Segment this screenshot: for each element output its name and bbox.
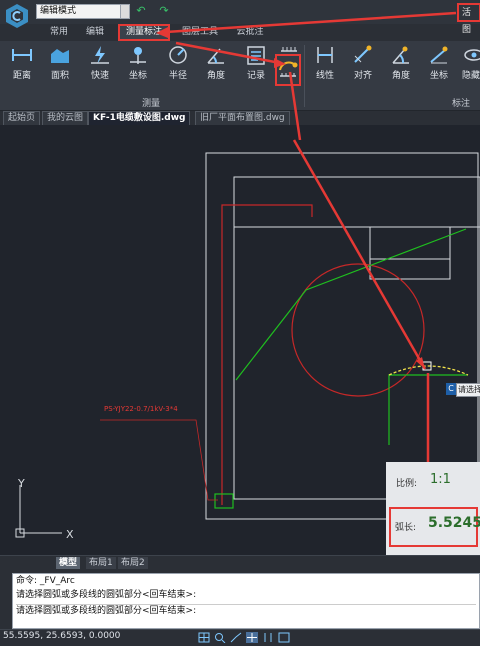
radius-icon xyxy=(169,46,187,64)
activate-button[interactable]: 活图 xyxy=(457,3,480,35)
tab-measure-dimension[interactable]: 测量标注 xyxy=(118,24,170,41)
coordinate-button[interactable]: 坐标 xyxy=(122,44,154,88)
ribbon-separator xyxy=(304,45,305,107)
angle-label: 角度 xyxy=(206,71,225,81)
command-window[interactable]: 命令: _FV_Arc 请选择圆弧或多段线的圆弧部分<回车结束>: 请选择圆弧或… xyxy=(12,573,480,629)
callout-arrow-1 xyxy=(292,139,427,370)
arc-length-top-icon xyxy=(278,45,300,53)
command-history-line: 命令: _FV_Arc xyxy=(16,576,75,586)
inner-box xyxy=(369,226,451,280)
scale-value: 1:1 xyxy=(430,472,451,487)
record-button[interactable]: 记录 xyxy=(240,44,272,88)
command-prompt-line[interactable]: 请选择圆弧或多段线的圆弧部分<回车结束>: xyxy=(16,604,476,617)
ortho-icon[interactable] xyxy=(262,632,274,643)
document-tabs: 起始页 我的云图 KF-1电缆敷设图.dwg 旧厂平面布置图.dwg xyxy=(0,111,480,125)
arc-length-value: 5.5245 xyxy=(428,515,480,531)
area-label: 面积 xyxy=(50,71,69,81)
red-cable-line xyxy=(221,204,313,505)
tab-active-drawing[interactable]: KF-1电缆敷设图.dwg xyxy=(88,111,191,125)
inner-frame xyxy=(233,176,480,500)
distance-label: 距离 xyxy=(12,71,31,81)
cable-annotation-text: PS-YJY22-0.7/1kV-3*4 xyxy=(104,405,178,413)
polar-icon[interactable] xyxy=(230,632,242,643)
prompt-c-icon: C xyxy=(446,383,456,395)
record-label: 记录 xyxy=(246,71,265,81)
tab-old-plant-drawing[interactable]: 旧厂平面布置图.dwg xyxy=(195,111,290,125)
distance-icon xyxy=(12,49,32,61)
red-circle xyxy=(291,263,425,397)
aligned-dim-button[interactable]: 对齐 xyxy=(348,44,378,88)
linear-dim-icon xyxy=(317,47,333,63)
snap-icon[interactable] xyxy=(246,632,258,643)
green-polyline xyxy=(235,228,467,381)
ucs-y-label: Y xyxy=(17,477,25,490)
chevron-down-icon xyxy=(120,5,129,18)
linear-dim-button[interactable]: 线性 xyxy=(310,44,340,88)
app-logo-icon[interactable] xyxy=(4,3,30,29)
tab-model[interactable]: 模型 xyxy=(56,557,81,569)
green-marker-box xyxy=(214,493,234,509)
tab-common[interactable]: 常用 xyxy=(44,24,74,41)
angle-dim-label: 角度 xyxy=(391,71,410,81)
angle-icon xyxy=(207,48,224,64)
mode-select-value: 编辑模式 xyxy=(40,6,77,16)
coordinate-dim-label: 坐标 xyxy=(429,71,448,81)
hide-dim-label: 隐藏 xyxy=(462,71,480,81)
area-icon xyxy=(51,49,69,63)
distance-button[interactable]: 距离 xyxy=(6,44,38,88)
tab-layout2[interactable]: 布局2 xyxy=(118,557,148,569)
layout-tabs: 模型 布局1 布局2 xyxy=(0,555,480,569)
hide-dim-icon xyxy=(464,49,480,61)
coordinates-readout: 55.5595, 25.6593, 0.0000 xyxy=(3,631,121,641)
leader-line xyxy=(100,419,218,501)
arc-length-icon xyxy=(279,61,298,77)
tab-my-cloud[interactable]: 我的云图 xyxy=(42,111,89,125)
aligned-dim-label: 对齐 xyxy=(353,71,372,81)
prompt-tooltip: 请选择 xyxy=(456,383,480,397)
command-window-handle[interactable] xyxy=(0,573,12,629)
tab-layer-tools[interactable]: 图层工具 xyxy=(178,24,222,41)
hide-dim-button[interactable]: 隐藏 xyxy=(462,44,480,88)
mode-select[interactable]: 编辑模式 xyxy=(36,4,130,19)
dimension-group-label: 标注 xyxy=(452,99,471,109)
angle-dim-button[interactable]: 角度 xyxy=(386,44,416,88)
radius-button[interactable]: 半径 xyxy=(162,44,194,88)
ribbon: 距离 面积 快速 坐标 半径 角度 记录 线性 对齐 角度 坐标 隐藏 测量 标… xyxy=(0,41,480,111)
quick-measure-button[interactable]: 快速 xyxy=(84,44,116,88)
activate-label: 活图 xyxy=(462,8,472,35)
coordinate-icon xyxy=(130,47,146,64)
arc-length-button[interactable] xyxy=(275,54,301,86)
zoom-icon[interactable] xyxy=(214,632,226,644)
tab-edit[interactable]: 编辑 xyxy=(80,24,110,41)
scale-label: 比例: xyxy=(396,479,418,489)
quick-measure-icon xyxy=(91,46,109,64)
tab-cloud-annotation[interactable]: 云批注 xyxy=(230,24,270,41)
linear-dim-label: 线性 xyxy=(315,71,334,81)
command-history-line: 请选择圆弧或多段线的圆弧部分<回车结束>: xyxy=(16,590,197,600)
radius-label: 半径 xyxy=(168,71,187,81)
coordinate-dim-icon xyxy=(430,46,448,64)
angle-button[interactable]: 角度 xyxy=(200,44,232,88)
measure-group-label: 测量 xyxy=(142,99,161,109)
tab-start-page[interactable]: 起始页 xyxy=(3,111,41,125)
undo-icon[interactable]: ↶ xyxy=(135,5,147,17)
grid-icon[interactable] xyxy=(198,632,210,643)
area-button[interactable]: 面积 xyxy=(44,44,76,88)
redo-icon[interactable]: ↷ xyxy=(158,5,170,17)
quick-measure-label: 快速 xyxy=(90,71,109,81)
record-icon xyxy=(247,46,265,65)
coordinate-dim-button[interactable]: 坐标 xyxy=(424,44,454,88)
fullscreen-icon[interactable] xyxy=(278,632,290,643)
coordinate-label: 坐标 xyxy=(128,71,147,81)
tab-layout1[interactable]: 布局1 xyxy=(86,557,116,569)
ucs-x-label: X xyxy=(66,528,74,541)
aligned-dim-icon xyxy=(354,45,372,63)
angle-dim-icon xyxy=(392,46,409,64)
arc-length-label: 弧长: xyxy=(395,523,417,533)
